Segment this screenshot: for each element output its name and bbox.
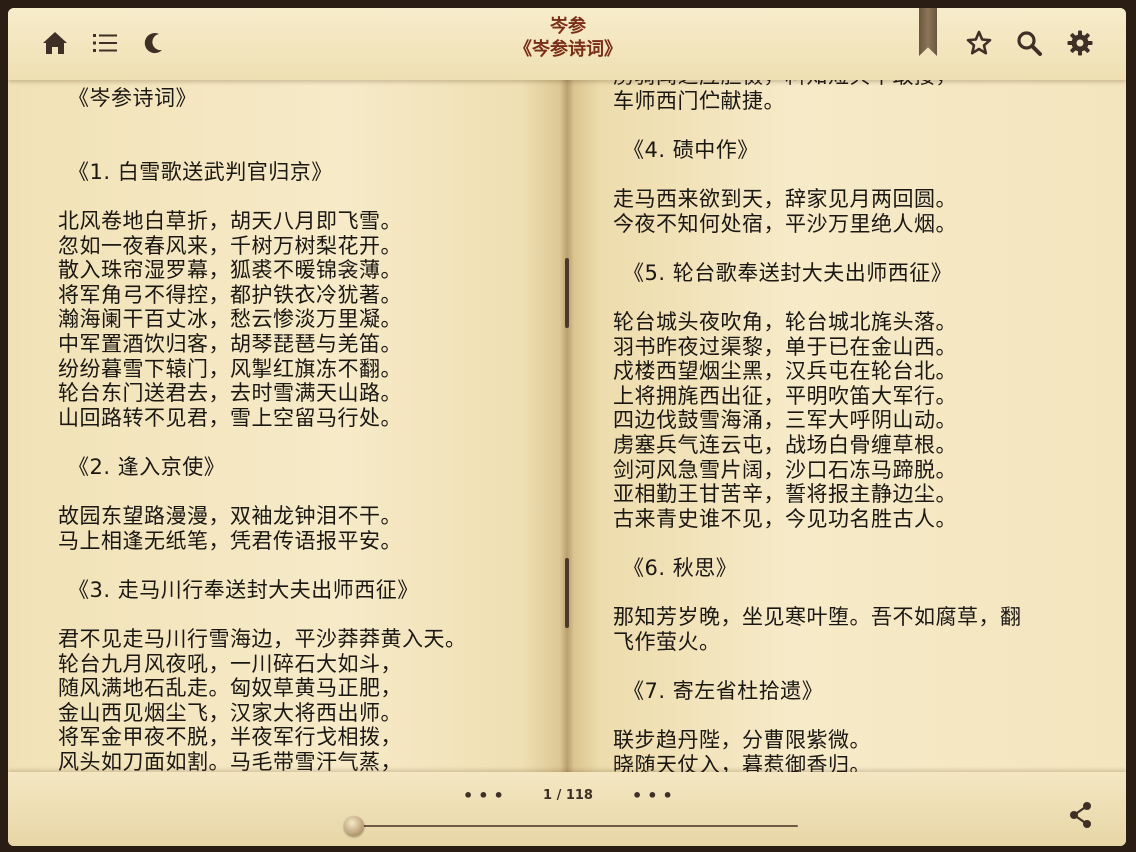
poem-line: 山回路转不见君，雪上空留马行处。 [58, 405, 402, 430]
poem-line: 今夜不知何处宿，平沙万里绝人烟。 [613, 211, 957, 236]
poem-line: 飞作萤火。 [613, 629, 721, 654]
moon-icon[interactable] [138, 26, 172, 60]
poem-line: 那知芳岁晚，坐见寒叶堕。吾不如腐草，翻 [613, 605, 1022, 630]
poem-title: 《1. 白雪歌送武判官归京》 [68, 159, 333, 184]
search-icon[interactable] [1012, 26, 1046, 60]
poem-line: 古来青史谁不见，今见功名胜古人。 [613, 506, 957, 531]
progress-slider-knob[interactable] [344, 816, 364, 836]
poem-line: 金山西见烟尘飞，汉家大将西出师。 [58, 700, 402, 725]
poem-line: 北风卷地白草折，胡天八月即飞雪。 [58, 208, 402, 233]
home-icon[interactable] [38, 26, 72, 60]
poem-line: 将军金甲夜不脱，半夜军行戈相拨， [58, 725, 402, 750]
next-chapter-dots[interactable]: ••• [632, 786, 678, 805]
author-title: 岑参 [550, 16, 586, 37]
spine-mark-top [565, 258, 569, 328]
bookmark-icon[interactable] [919, 8, 937, 56]
poem-line: 联步趋丹陛，分曹限紫微。 [613, 728, 871, 753]
book-title-block: 岑参 《岑参诗词》 [408, 16, 728, 62]
poem-title: 《7. 寄左省杜拾遗》 [623, 678, 824, 703]
right-page-text: 虏骑闻之应胆慑，料知短兵不敢接，车师西门伫献捷。《4. 碛中作》走马西来欲到天，… [567, 64, 1126, 822]
poem-line: 轮台九月风夜吼，一川碎石大如斗， [58, 651, 402, 676]
right-page: 虏骑闻之应胆慑，料知短兵不敢接，车师西门伫献捷。《4. 碛中作》走马西来欲到天，… [567, 8, 1126, 846]
list-icon[interactable] [88, 26, 122, 60]
poem-line: 君不见走马川行雪海边，平沙莽莽黄入天。 [58, 627, 467, 652]
reader-frame: 《岑参诗词》《1. 白雪歌送武判官归京》北风卷地白草折，胡天八月即飞雪。 忽如一夜… [8, 8, 1126, 846]
poem-line: 风头如刀面如割。马毛带雪汗气蒸， [58, 750, 402, 775]
poem-line: 故园东望路漫漫，双袖龙钟泪不干。 [58, 504, 402, 529]
poem-title: 《2. 逢入京使》 [68, 454, 226, 479]
spine-mark-bottom [565, 558, 569, 628]
book-title: 《岑参诗词》 [514, 39, 622, 60]
poem-line: 马上相逢无纸笔，凭君传语报平安。 [58, 528, 402, 553]
poem-line: 纷纷暮雪下辕门，风掣红旗冻不翻。 [58, 356, 402, 381]
poem-line: 随风满地石乱走。匈奴草黄马正肥， [58, 676, 402, 701]
poem-line: 四边伐鼓雪海涌，三军大呼阴山动。 [613, 408, 957, 433]
poem-line: 上将拥旄西出征，平明吹笛大军行。 [613, 383, 957, 408]
prev-chapter-dots[interactable]: ••• [463, 786, 509, 805]
poem-line: 瀚海阑干百丈冰，愁云惨淡万里凝。 [58, 307, 402, 332]
poem-line: 亚相勤王甘苦辛，誓将报主静边尘。 [613, 482, 957, 507]
poem-line: 中军置酒饮归客，胡琴琵琶与羌笛。 [58, 331, 402, 356]
poem-line: 忽如一夜春风来，千树万树梨花开。 [58, 233, 402, 258]
poem-title: 《5. 轮台歌奉送封大夫出师西征》 [623, 260, 953, 285]
star-icon[interactable] [962, 26, 996, 60]
left-page: 《岑参诗词》《1. 白雪歌送武判官归京》北风卷地白草折，胡天八月即飞雪。 忽如一夜… [8, 8, 567, 846]
page-heading: 《岑参诗词》 [68, 86, 197, 110]
page-indicator: 1 / 118 [543, 788, 593, 803]
poem-title: 《6. 秋思》 [623, 555, 738, 580]
poem-title: 《3. 走马川行奉送封大夫出师西征》 [68, 577, 419, 602]
gear-icon[interactable] [1063, 26, 1097, 60]
poem-line: 戍楼西望烟尘黑，汉兵屯在轮台北。 [613, 359, 957, 384]
poem-line: 走马西来欲到天，辞家见月两回圆。 [613, 186, 957, 211]
poem-line: 剑河风急雪片阔，沙口石冻马蹄脱。 [613, 457, 957, 482]
top-toolbar: 岑参 《岑参诗词》 [8, 8, 1126, 80]
poem-line: 虏塞兵气连云屯，战场白骨缠草根。 [613, 432, 957, 457]
poem-line: 羽书昨夜过渠黎，单于已在金山西。 [613, 334, 957, 359]
bottom-toolbar: ••• 1 / 118 ••• [8, 772, 1126, 846]
poem-title: 《4. 碛中作》 [623, 137, 759, 162]
poem-line: 车师西门伫献捷。 [613, 88, 785, 113]
book-spine [560, 8, 574, 846]
poem-line: 轮台城头夜吹角，轮台城北旄头落。 [613, 309, 957, 334]
progress-slider-track[interactable] [354, 825, 798, 827]
poem-line: 散入珠帘湿罗幕，狐裘不暖锦衾薄。 [58, 258, 402, 283]
poem-line: 轮台东门送君去，去时雪满天山路。 [58, 381, 402, 406]
left-page-text: 《岑参诗词》《1. 白雪歌送武判官归京》北风卷地白草折，胡天八月即飞雪。 忽如一夜… [8, 86, 567, 844]
share-icon[interactable] [1066, 800, 1096, 830]
poem-line: 将军角弓不得控，都护铁衣冷犹著。 [58, 282, 402, 307]
